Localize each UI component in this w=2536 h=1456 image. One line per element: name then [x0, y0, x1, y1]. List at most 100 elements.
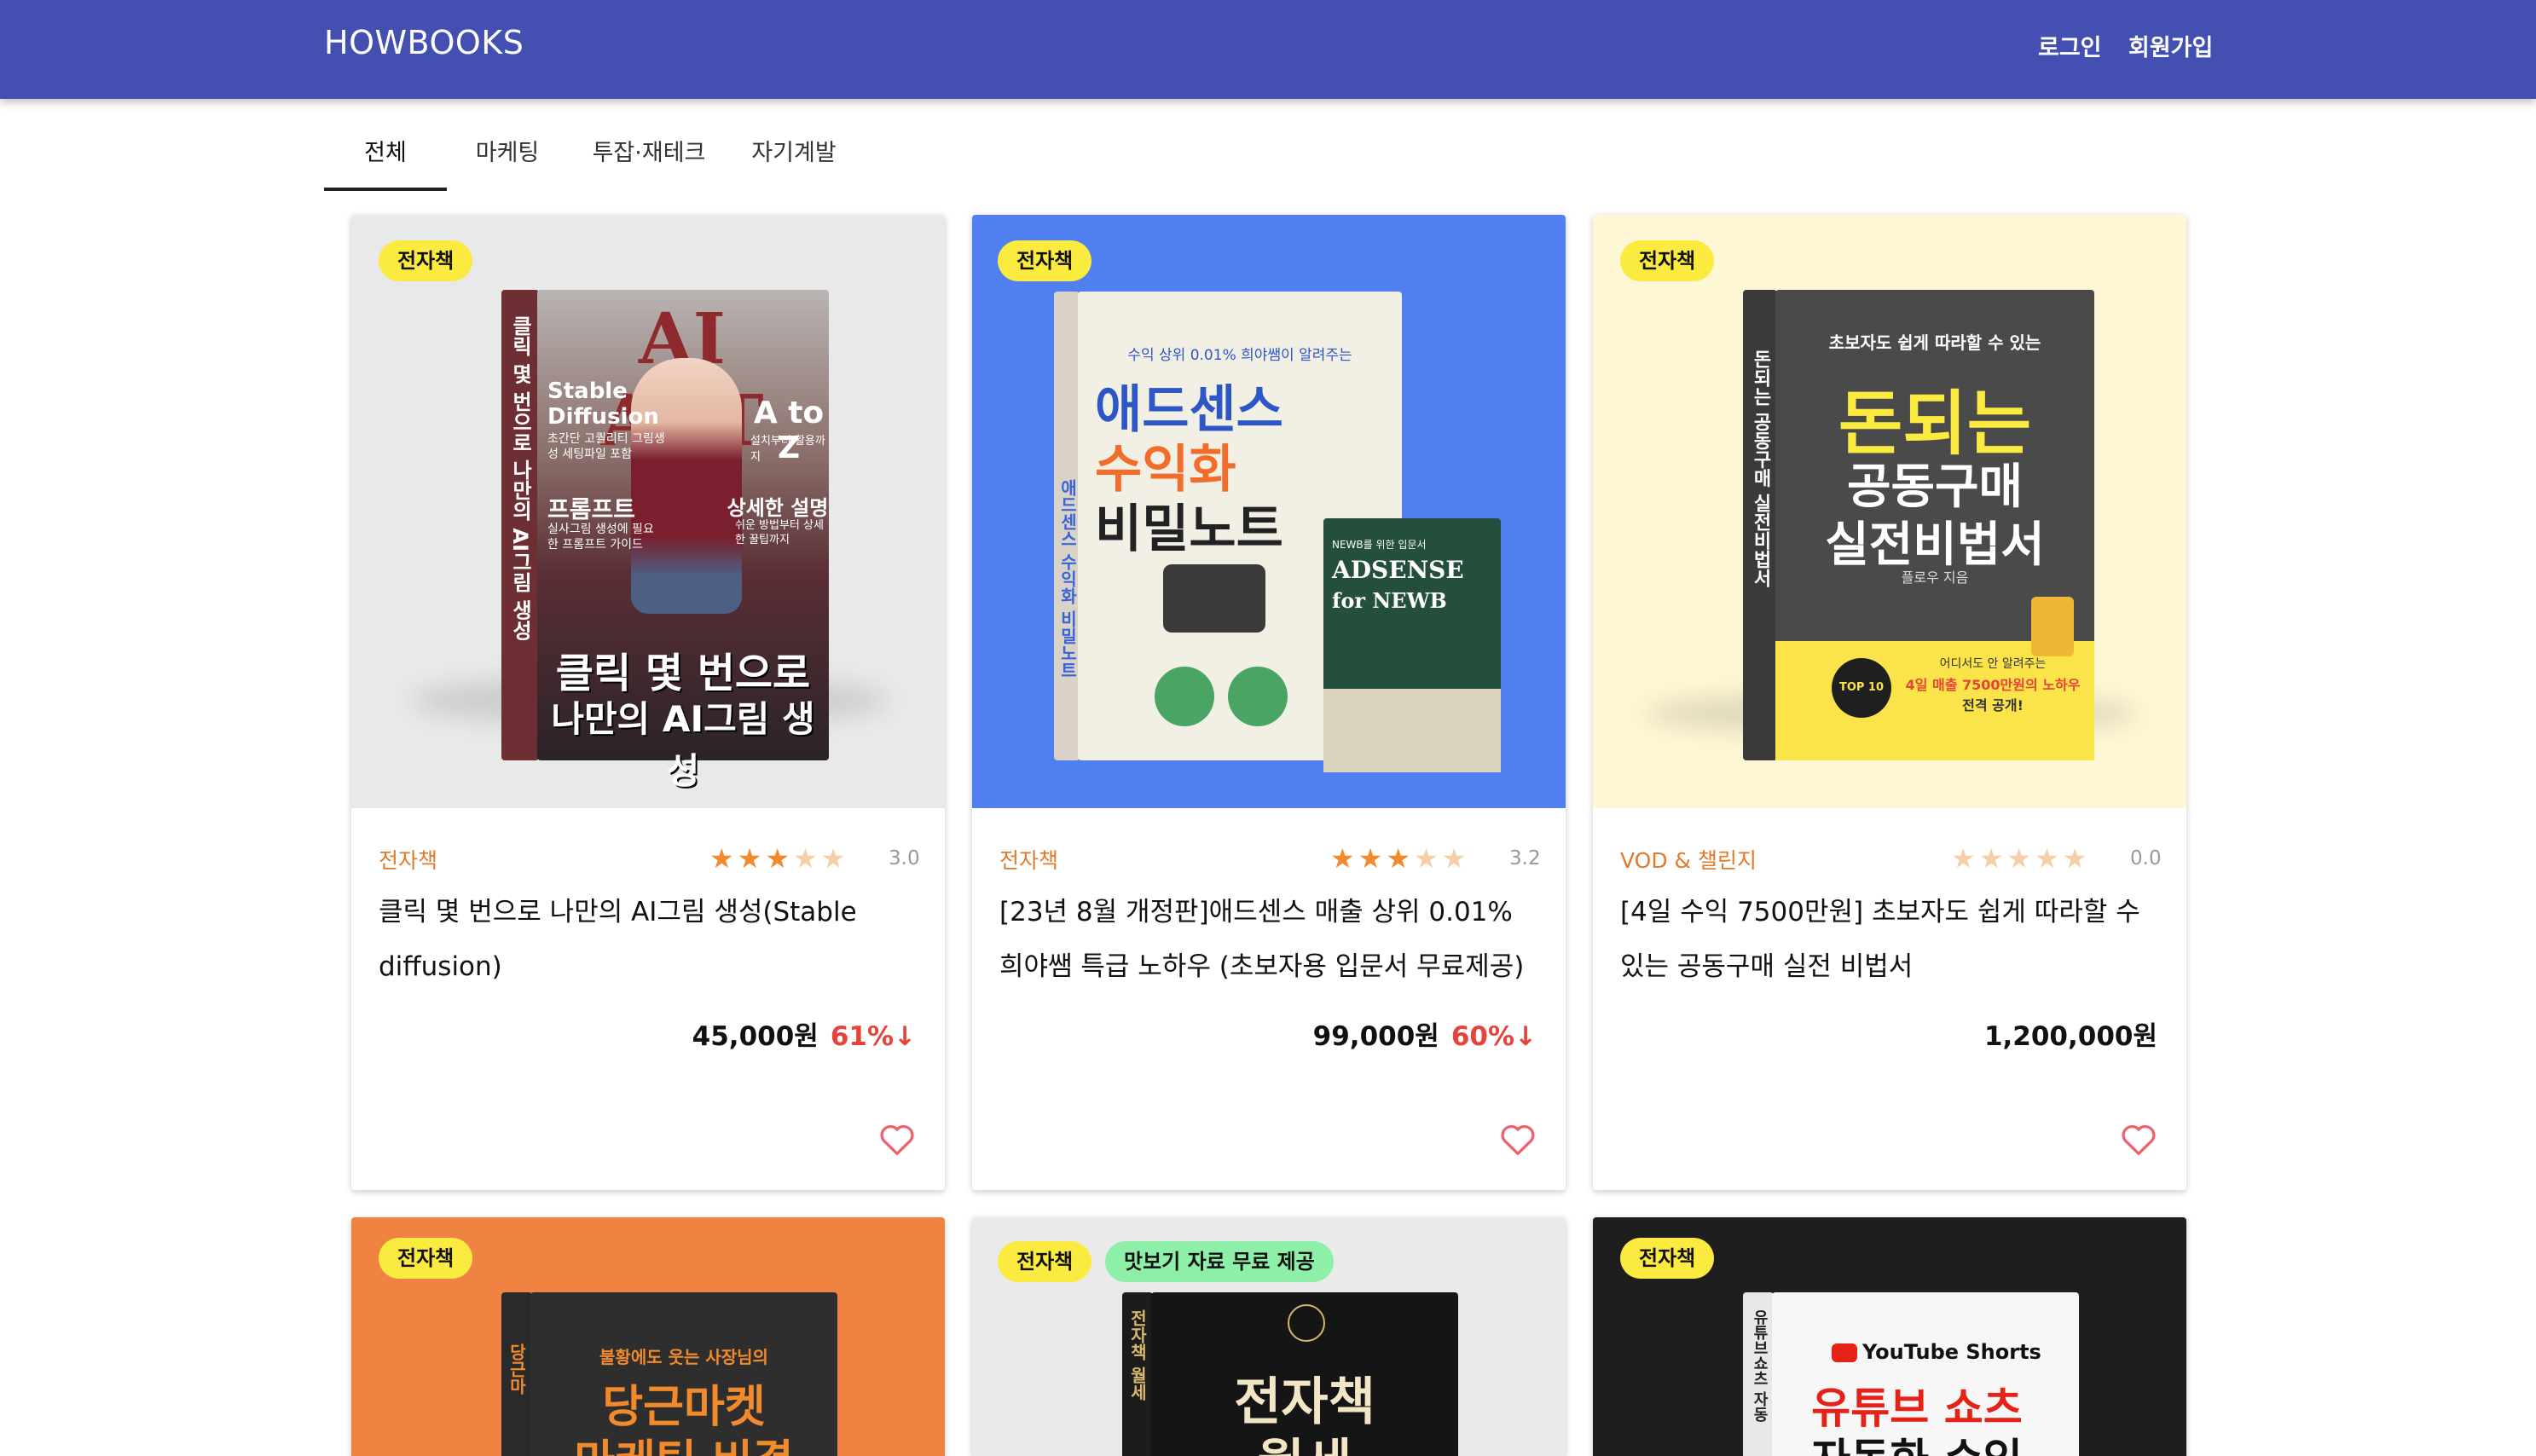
product-thumbnail[interactable]: 전자책 월세 전자책 월세 전자책 맛보기 자료 무료 제공	[972, 1217, 1566, 1456]
cover-bottom-line2: 나만의 AI그림 생성	[551, 698, 815, 792]
cover-illustration	[1163, 564, 1265, 633]
cover-circle-2	[1228, 667, 1288, 726]
bonus-book-small: NEWB를 위한 입문서	[1332, 539, 1427, 551]
product-title[interactable]: [23년 8월 개정판]애드센스 매출 상위 0.01% 희야쌤 특급 노하우 …	[999, 885, 1537, 994]
product-type-badge: 전자책	[1620, 240, 1715, 281]
cover-author: 플로우 지음	[1901, 569, 1969, 586]
heart-icon[interactable]	[878, 1122, 916, 1156]
cover-circle-1	[1155, 667, 1214, 726]
cover-big-line3: 실전비법서	[1825, 517, 2045, 573]
book-cover: 불황에도 웃는 사장님의 당근마켓 마케팅 비결	[530, 1292, 837, 1456]
cover-foot-line2: 4일 매출 7500만원의 노하우	[1905, 677, 2081, 693]
rating-stars: ★★★★★	[709, 842, 849, 875]
product-card[interactable]: 유튜브쇼츠 자동 YouTube Shorts 유튜브 쇼츠 자동화 수익 전자…	[1593, 1217, 2186, 1456]
spine-title: 애드센스 수익화 비밀노트	[1057, 479, 1078, 679]
cover-big-line2: 자동화 수익	[1772, 1425, 2062, 1456]
heart-icon[interactable]	[1499, 1122, 1537, 1156]
product-title[interactable]: [4일 수익 7500만원] 초보자도 쉽게 따라할 수 있는 공동구매 실전 …	[1620, 885, 2157, 994]
tab-self-development[interactable]: 자기계발	[733, 119, 854, 188]
bonus-book-title2: for NEWB	[1332, 588, 1447, 613]
product-category: 전자책	[999, 848, 1059, 873]
cover-right-sub: 설치부터 활용까지	[750, 435, 825, 464]
product-type-badge: 전자책	[998, 240, 1092, 281]
product-card[interactable]: 돈되는 공동구매 실전비법서 초보자도 쉽게 따라할 수 있는 돈되는 공동구매…	[1593, 215, 2186, 1190]
top-app-bar: HOWBOOKS 로그인 회원가입	[0, 0, 2536, 99]
tab-side-income[interactable]: 투잡·재테크	[576, 119, 721, 188]
book-spine: 클릭 몇 번으로 나만의 AI그림 생성	[501, 290, 539, 760]
product-thumbnail[interactable]: 돈되는 공동구매 실전비법서 초보자도 쉽게 따라할 수 있는 돈되는 공동구매…	[1593, 215, 2186, 808]
bonus-book-title1: ADSENSE	[1332, 556, 1464, 584]
book-cover: AI ART Stable Diffusion 초간단 고퀄리티 그림생성 세팅…	[537, 290, 829, 792]
cover-mid-right: 상세한 설명	[727, 496, 829, 520]
cover-small-text: 수익 상위 0.01% 희야쌤이 알려주는	[1127, 347, 1352, 364]
book-spine: 전자책 월세	[1122, 1292, 1153, 1456]
book-cover: YouTube Shorts 유튜브 쇼츠 자동화 수익	[1772, 1292, 2079, 1456]
rating-stars: ★★★★★	[1951, 842, 2091, 875]
discount-rate: 60%↓	[1450, 1021, 1537, 1052]
tab-marketing[interactable]: 마케팅	[452, 119, 563, 188]
book-cover: 초보자도 쉽게 따라할 수 있는 돈되는 공동구매 실전비법서 플로우 지음 T…	[1775, 290, 2094, 760]
product-type-badge: 전자책	[379, 240, 473, 281]
bonus-book-bottom	[1323, 689, 1501, 772]
cover-left-sub: 초간단 고퀄리티 그림생성 세팅파일 포함	[547, 432, 665, 461]
book-spine: 유튜브쇼츠 자동	[1743, 1292, 1774, 1456]
product-type-badge: 전자책	[998, 1241, 1092, 1282]
product-card[interactable]: 클릭 몇 번으로 나만의 AI그림 생성 AI ART Stable Diffu…	[351, 215, 945, 1190]
rating-value: 0.0	[2130, 847, 2162, 870]
book-cover: 전자책 월세	[1151, 1292, 1458, 1456]
product-price: 1,200,000원	[1983, 1021, 2157, 1052]
price-row: 45,000원 61%↓	[692, 1014, 916, 1053]
product-card[interactable]: 당근마 불황에도 웃는 사장님의 당근마켓 마케팅 비결 전자책	[351, 1217, 945, 1456]
product-category: VOD & 챌린지	[1620, 848, 1757, 873]
price-row: 99,000원 60%↓	[1313, 1014, 1537, 1053]
product-type-badge: 전자책	[1620, 1238, 1715, 1279]
cover-small-text: 불황에도 웃는 사장님의	[599, 1347, 768, 1367]
cover-band: TOP 10 어디서도 안 알려주는 4일 매출 7500만원의 노하우 전격 …	[1775, 641, 2094, 760]
cover-logo-text: YouTube Shorts	[1862, 1340, 2041, 1364]
spine-title: 돈되는 공동구매 실전비법서	[1750, 350, 1771, 588]
heart-icon[interactable]	[2120, 1122, 2157, 1156]
signup-link[interactable]: 회원가입	[2128, 29, 2213, 62]
book-spine: 애드센스 수익화 비밀노트	[1054, 292, 1080, 760]
product-thumbnail[interactable]: 애드센스 수익화 비밀노트 수익 상위 0.01% 희야쌤이 알려주는 애드센스…	[972, 215, 1566, 808]
price-row: 1,200,000원	[1984, 1014, 2157, 1053]
youtube-logo-icon	[1832, 1343, 1857, 1362]
cover-mid-left-sub: 실사그림 생성에 필요한 프롬프트 가이드	[547, 523, 654, 552]
spine-title: 클릭 몇 번으로 나만의 AI그림 생성	[508, 315, 532, 641]
product-price: 45,000원	[692, 1021, 819, 1052]
free-sample-badge: 맛보기 자료 무료 제공	[1105, 1241, 1334, 1282]
cover-mid-right-sub: 쉬운 방법부터 상세한 꿀팁까지	[735, 519, 824, 546]
cover-foot-line3: 전격 공개!	[1962, 697, 2024, 714]
brand-logo[interactable]: HOWBOOKS	[324, 24, 524, 61]
cover-mid-left: 프롬프트	[547, 495, 636, 523]
bonus-book-cover: NEWB를 위한 입문서 ADSENSE for NEWB	[1323, 518, 1501, 772]
cover-big-line2: 마케팅 비결	[530, 1425, 837, 1456]
tab-all[interactable]: 전체	[324, 119, 447, 191]
cover-foot-line1: 어디서도 안 알려주는	[1939, 657, 2047, 671]
rating-value: 3.0	[889, 847, 920, 870]
book-spine: 당근마	[501, 1292, 532, 1456]
product-card[interactable]: 전자책 월세 전자책 월세 전자책 맛보기 자료 무료 제공	[972, 1217, 1566, 1456]
product-thumbnail[interactable]: 클릭 몇 번으로 나만의 AI그림 생성 AI ART Stable Diffu…	[351, 215, 945, 808]
product-title[interactable]: 클릭 몇 번으로 나만의 AI그림 생성(Stable diffusion)	[379, 885, 916, 994]
product-card[interactable]: 애드센스 수익화 비밀노트 수익 상위 0.01% 희야쌤이 알려주는 애드센스…	[972, 215, 1566, 1190]
discount-rate: 61%↓	[830, 1021, 916, 1052]
rating-value: 3.2	[1509, 847, 1541, 870]
product-thumbnail[interactable]: 유튜브쇼츠 자동 YouTube Shorts 유튜브 쇼츠 자동화 수익 전자…	[1593, 1217, 2186, 1456]
product-category: 전자책	[379, 848, 438, 873]
login-link[interactable]: 로그인	[2038, 29, 2102, 62]
dollar-emblem	[1288, 1304, 1325, 1342]
product-type-badge: 전자책	[379, 1238, 473, 1279]
book-spine: 돈되는 공동구매 실전비법서	[1743, 290, 1777, 760]
top10-seal: TOP 10	[1832, 658, 1891, 718]
product-thumbnail[interactable]: 당근마 불황에도 웃는 사장님의 당근마켓 마케팅 비결 전자책	[351, 1217, 945, 1456]
cover-left-title: Stable Diffusion	[547, 378, 659, 430]
cover-small-text: 초보자도 쉽게 따라할 수 있는	[1828, 332, 2041, 353]
coin-stack	[2031, 597, 2074, 656]
cover-big-line2: 월세	[1151, 1422, 1458, 1456]
product-price: 99,000원	[1312, 1021, 1439, 1052]
spine-title: 유튜브쇼츠 자동	[1751, 1309, 1769, 1423]
spine-title: 전자책 월세	[1127, 1309, 1148, 1401]
spine-title: 당근마	[507, 1343, 527, 1395]
rating-stars: ★★★★★	[1330, 842, 1470, 875]
